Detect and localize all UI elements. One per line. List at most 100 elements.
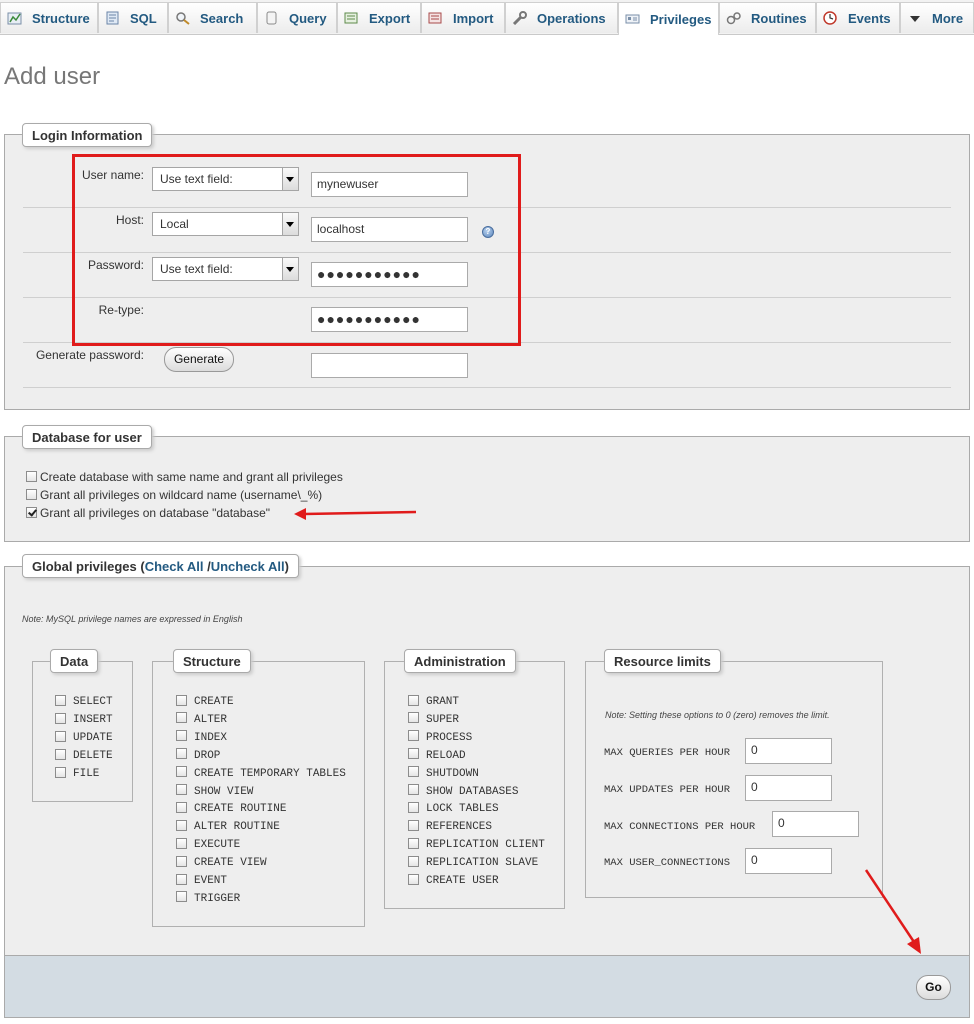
privilege-checkbox[interactable] [408,694,419,706]
db-option-create[interactable]: Create database with same name and grant… [26,470,343,484]
tab-operations[interactable]: Operations [505,2,618,33]
max-user-connections-label: MAX USER_CONNECTIONS [604,857,731,869]
max-updates-label: MAX UPDATES PER HOUR [604,784,731,796]
admin-privilege-process[interactable]: PROCESS [408,730,472,744]
tab-search[interactable]: Search [168,2,257,33]
structure-privilege-create-view[interactable]: CREATE VIEW [176,855,267,869]
structure-privilege-create-temporary-tables[interactable]: CREATE TEMPORARY TABLES [176,766,346,780]
generate-button[interactable]: Generate [164,347,234,372]
generated-password-input[interactable] [311,353,468,378]
structure-privilege-index[interactable]: INDEX [176,730,227,744]
structure-privilege-show-view[interactable]: SHOW VIEW [176,784,253,798]
data-privilege-insert[interactable]: INSERT [55,712,113,726]
admin-privilege-show-databases[interactable]: SHOW DATABASES [408,784,518,798]
highlight-box [72,154,521,346]
privilege-checkbox[interactable] [408,748,419,760]
privilege-checkbox[interactable] [55,712,66,724]
wildcard-checkbox[interactable] [26,489,37,501]
go-button[interactable]: Go [916,975,951,1000]
data-privilege-update[interactable]: UPDATE [55,730,113,744]
resource-note: Note: Setting these options to 0 (zero) … [605,710,830,720]
admin-privilege-replication-slave[interactable]: REPLICATION SLAVE [408,855,538,869]
tab-structure[interactable]: Structure [0,2,98,33]
max-queries-label: MAX QUERIES PER HOUR [604,747,731,759]
admin-privilege-create-user[interactable]: CREATE USER [408,873,499,887]
admin-privilege-reload[interactable]: RELOAD [408,748,466,762]
tab-privileges[interactable]: Privileges [618,2,719,35]
privilege-checkbox[interactable] [176,837,187,849]
structure-privilege-event[interactable]: EVENT [176,873,227,887]
wrench-icon [512,11,528,26]
privilege-checkbox[interactable] [408,837,419,849]
structure-privilege-create[interactable]: CREATE [176,694,234,708]
structure-icon [7,11,23,25]
tab-query[interactable]: Query [257,2,337,33]
max-connections-input[interactable]: 0 [772,811,859,837]
structure-privilege-drop[interactable]: DROP [176,748,220,762]
privilege-checkbox[interactable] [176,801,187,813]
import-icon [428,11,444,25]
privilege-checkbox[interactable] [176,784,187,796]
sql-icon [105,11,121,25]
admin-privilege-replication-client[interactable]: REPLICATION CLIENT [408,837,545,851]
tab-sql[interactable]: SQL [98,2,168,33]
privilege-checkbox[interactable] [408,784,419,796]
form-footer [4,955,970,1018]
administration-legend: Administration [404,649,516,673]
uncheck-all-link[interactable]: Uncheck All [211,559,285,574]
privilege-checkbox[interactable] [408,766,419,778]
tab-more[interactable]: More [900,2,974,33]
admin-privilege-shutdown[interactable]: SHUTDOWN [408,766,479,780]
privilege-checkbox[interactable] [176,891,187,903]
data-privilege-file[interactable]: FILE [55,766,99,780]
structure-legend: Structure [173,649,251,673]
privilege-checkbox[interactable] [408,730,419,742]
privilege-checkbox[interactable] [408,855,419,867]
tab-import[interactable]: Import [421,2,505,33]
search-icon [175,11,191,25]
privilege-checkbox[interactable] [408,873,419,885]
privilege-checkbox[interactable] [408,819,419,831]
data-privilege-delete[interactable]: DELETE [55,748,113,762]
tab-events[interactable]: Events [816,2,900,33]
privilege-checkbox[interactable] [176,819,187,831]
admin-privilege-lock-tables[interactable]: LOCK TABLES [408,801,499,815]
check-all-link[interactable]: Check All [145,559,204,574]
max-queries-input[interactable]: 0 [745,738,832,764]
data-privilege-select[interactable]: SELECT [55,694,113,708]
row-divider [23,387,951,388]
tab-export[interactable]: Export [337,2,421,33]
privilege-checkbox[interactable] [176,694,187,706]
admin-privilege-references[interactable]: REFERENCES [408,819,492,833]
privilege-checkbox[interactable] [55,694,66,706]
query-icon [264,11,280,25]
structure-privilege-execute[interactable]: EXECUTE [176,837,240,851]
data-legend: Data [50,649,99,673]
grant-database-checkbox[interactable] [26,507,37,519]
privilege-checkbox[interactable] [55,730,66,742]
privilege-checkbox[interactable] [176,748,187,760]
max-user-connections-input[interactable]: 0 [745,848,832,874]
resource-limits-legend: Resource limits [604,649,721,673]
structure-privilege-create-routine[interactable]: CREATE ROUTINE [176,801,286,815]
structure-privilege-alter-routine[interactable]: ALTER ROUTINE [176,819,280,833]
privilege-checkbox[interactable] [176,766,187,778]
database-legend: Database for user [22,425,152,449]
privilege-checkbox[interactable] [55,766,66,778]
structure-privilege-trigger[interactable]: TRIGGER [176,891,240,905]
db-option-database[interactable]: Grant all privileges on database "databa… [26,506,270,520]
privilege-checkbox[interactable] [176,730,187,742]
tab-routines[interactable]: Routines [719,2,816,33]
db-option-wildcard[interactable]: Grant all privileges on wildcard name (u… [26,488,322,502]
admin-privilege-grant[interactable]: GRANT [408,694,459,708]
privilege-checkbox[interactable] [55,748,66,760]
privilege-checkbox[interactable] [176,855,187,867]
privilege-checkbox[interactable] [408,712,419,724]
privilege-checkbox[interactable] [176,712,187,724]
max-updates-input[interactable]: 0 [745,775,832,801]
create-db-checkbox[interactable] [26,471,37,483]
admin-privilege-super[interactable]: SUPER [408,712,459,726]
structure-privilege-alter[interactable]: ALTER [176,712,227,726]
privilege-checkbox[interactable] [408,801,419,813]
privilege-checkbox[interactable] [176,873,187,885]
